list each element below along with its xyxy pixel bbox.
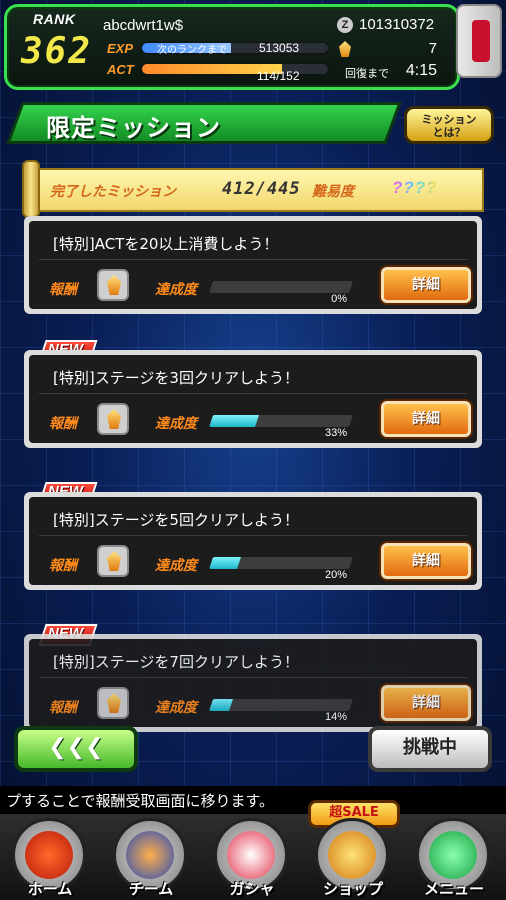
mission-title: [特別]ACTを20以上消費しよう！ [53,235,279,253]
progress-fill [209,557,241,569]
completed-label: 完了したミッション [50,184,176,200]
mission-card-body: [特別]ステージを5回クリアしよう！ 報酬 達成度 20% 詳細 [29,497,477,585]
detail-button[interactable]: 詳細 [381,543,471,579]
mission-card-body: [特別]ACTを20以上消費しよう！ 報酬 達成度 0% 詳細 [29,221,477,309]
detail-button[interactable]: 詳細 [381,267,471,303]
dragon-stone-reward-icon [97,403,129,435]
divider [39,259,467,260]
nav-gacha-label: ガシャ [229,880,275,898]
rank-label: RANK [33,11,76,27]
progress-bar [209,699,353,711]
recover-time: 4:15 [405,62,437,79]
detail-button[interactable]: 詳細 [381,401,471,437]
nav-shop[interactable]: ショップ [303,816,403,900]
progress-percent: 14% [324,711,347,723]
recover-label: 回復まで [345,68,389,80]
act-value: 114/152 [257,69,300,83]
reward-label: 報酬 [49,558,77,574]
mission-card-body: [特別]ステージを3回クリアしよう！ 報酬 達成度 33% 詳細 [29,355,477,443]
mission-card[interactable]: [特別]ACTを20以上消費しよう！ 報酬 達成度 0% 詳細 [24,216,482,314]
nav-menu[interactable]: メニュー [404,816,504,900]
gacha-icon [227,831,275,879]
info-ticker: プすることで報酬受取画面に移ります。 [0,786,506,814]
menu-icon [429,831,477,879]
mission-card[interactable]: [特別]ステージを5回クリアしよう！ 報酬 達成度 20% 詳細 [24,492,482,590]
reward-label: 報酬 [49,700,77,716]
nav-menu-label: メニュー [423,880,484,898]
progress-bar [209,281,353,293]
exp-note: 次のランクまで [157,45,227,56]
nav-team[interactable]: チーム [101,816,201,900]
progress-fill [209,281,213,293]
act-label: ACT [107,62,134,77]
progress-label: 達成度 [155,416,197,432]
nav-shop-label: ショップ [322,880,383,898]
zeni-icon: Z [337,17,353,33]
scroll-ornament [22,160,40,218]
shop-icon [328,831,376,879]
mission-card[interactable]: [特別]ステージを3回クリアしよう！ 報酬 達成度 33% 詳細 [24,350,482,448]
dragon-stone-reward-icon [97,269,129,301]
progress-label: 達成度 [155,700,197,716]
nav-home-label: ホーム [27,880,73,898]
back-button[interactable]: ❮❮❮ [14,726,138,772]
about-missions-button[interactable]: ミッション とは？ [404,106,494,144]
scouter-icon[interactable] [456,4,502,78]
zeni-value: 101310372 [359,16,435,33]
mission-title: [特別]ステージを3回クリアしよう！ [53,369,299,387]
reward-label: 報酬 [49,282,77,298]
progress-percent: 20% [324,569,347,581]
dragon-stone-reward-icon [97,687,129,719]
ticker-text: プすることで報酬受取画面に移ります。 [6,792,275,810]
user-name: abcdwrt1w$ [103,17,184,34]
rank-value: 362 [21,31,93,72]
mission-card[interactable]: [特別]ステージを7回クリアしよう！ 報酬 達成度 14% 詳細 [24,634,482,732]
divider [39,393,467,394]
dragon-stone-reward-icon [97,545,129,577]
dragon-stone-icon [339,41,351,57]
nav-gacha[interactable]: ガシャ [202,816,302,900]
exp-label: EXP [107,41,134,56]
progress-bar [209,415,353,427]
nav-team-label: チーム [128,880,174,898]
team-icon [126,831,174,879]
reward-label: 報酬 [49,416,77,432]
dragon-stone-value: 7 [428,40,437,57]
mission-card-body: [特別]ステージを7回クリアしよう！ 報酬 達成度 14% 詳細 [29,639,477,727]
act-bar [141,63,329,75]
progress-bar [209,557,353,569]
mission-title: [特別]ステージを5回クリアしよう！ [53,511,299,529]
progress-fill [209,415,260,427]
difficulty-value: ???? [392,178,438,197]
progress-percent: 33% [324,427,347,439]
challenge-button[interactable]: 挑戦中 [368,726,492,772]
completed-value: 412/445 [222,179,301,199]
about-missions-label: ミッション とは？ [421,113,477,139]
exp-value: 513053 [259,41,300,55]
progress-percent: 0% [331,293,347,305]
progress-label: 達成度 [155,282,197,298]
progress-fill [209,699,233,711]
divider [39,677,467,678]
nav-home[interactable]: ホーム [0,816,100,900]
player-status-panel: RANK 362 abcdwrt1w$ EXP 次のランクまで 513053 A… [4,4,460,90]
page-title: 限定ミッション [46,114,221,142]
mission-title: [特別]ステージを7回クリアしよう！ [53,653,299,671]
home-icon [25,831,73,879]
detail-button[interactable]: 詳細 [381,685,471,721]
difficulty-label: 難易度 [312,184,354,200]
progress-label: 達成度 [155,558,197,574]
divider [39,535,467,536]
